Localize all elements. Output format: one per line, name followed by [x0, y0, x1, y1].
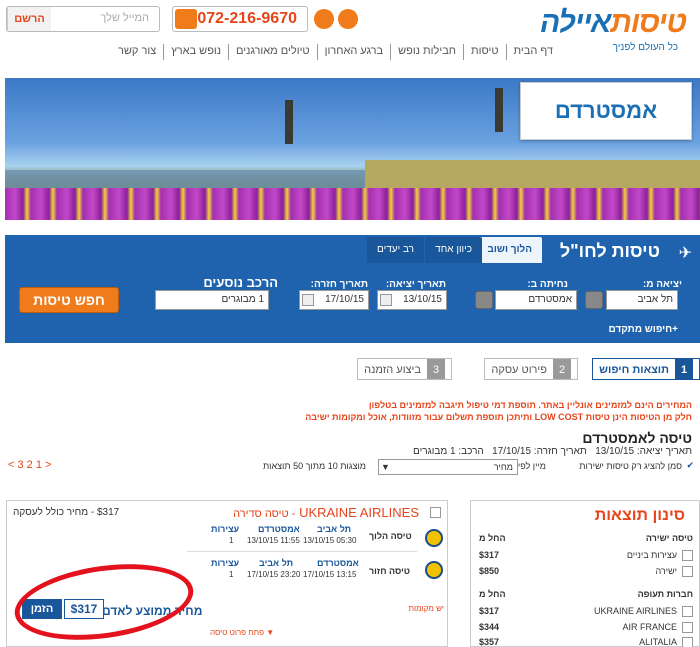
triangle-down-icon: ▼ [266, 628, 275, 637]
results-count: מוצגות 10 מתוך 50 תוצאות [262, 461, 366, 471]
airline-logo-icon [425, 529, 443, 547]
home-icon[interactable] [338, 9, 358, 29]
advanced-search-link[interactable]: +חיפוש מתקדם [608, 324, 678, 335]
register-button[interactable]: הרשם [7, 7, 51, 31]
brand-tagline: כל העולם לפניך [612, 42, 678, 53]
filter-checkbox[interactable] [682, 637, 693, 647]
tab-roundtrip[interactable]: הלוך ושוב [477, 237, 542, 263]
phone-box[interactable]: 072-216-9670 [172, 6, 308, 32]
to-input[interactable]: אמסטרדם [495, 290, 577, 310]
direct-only-filter[interactable]: סמן להציג רק טיסות ישירות [579, 461, 682, 471]
notice-online-price: המחירים הינם למזמינים אונליין באתר. תוספ… [368, 400, 692, 410]
filter-title: סינון תוצאות [594, 507, 685, 524]
total-price-note: $317 - מחיר כולל לעסקה [13, 507, 120, 518]
phone-icon [175, 9, 197, 29]
outbound-stops: 1 [229, 536, 234, 545]
brand-name: טיסותאיילה [539, 6, 687, 39]
filter-row-stops[interactable]: עצירות ביניים $317 [477, 549, 695, 563]
nav-packages[interactable]: חבילות נופש [390, 44, 463, 60]
outbound-from: תל אביב [317, 524, 352, 534]
tab-multi[interactable]: רב יעדים [367, 237, 424, 263]
pagination[interactable]: < 3 2 1 > [8, 459, 51, 471]
banner-tulips [5, 188, 700, 220]
inbound-to-time: 23:20 17/10/15 [247, 570, 301, 579]
windmill-icon [495, 88, 503, 132]
select-result-checkbox[interactable] [430, 507, 441, 518]
inbound-from-time: 13:15 17/10/15 [303, 570, 357, 579]
email-input[interactable]: המייל שלך [100, 12, 149, 24]
destination-title-box: אמסטרדם [520, 82, 692, 140]
calendar-icon[interactable] [380, 294, 392, 306]
filter-sidebar: סינון תוצאות טיסה ישירה החל מ עצירות בינ… [470, 500, 700, 647]
step-details[interactable]: 2פירוט עסקה [484, 358, 578, 380]
seats-available-label: יש מקומות [408, 604, 444, 613]
brand-logo[interactable]: טיסותאיילה כל העולם לפניך [540, 4, 692, 62]
check-icon[interactable]: ✔ [686, 460, 694, 471]
depart-label: תאריך יציאה: [385, 279, 446, 290]
destination-title: אמסטרדם [554, 98, 658, 123]
results-meta: תאריך יציאה: 13/10/15 תאריך חזרה: 17/10/… [413, 446, 692, 457]
inbound-label: טיסה חזור [369, 566, 410, 576]
nav-contact[interactable]: צור קשר [111, 44, 163, 60]
sort-select[interactable]: מחיר ▼ [378, 459, 518, 475]
calendar-icon[interactable] [302, 294, 314, 306]
filter-row-airline[interactable]: UKRAINE AIRLINES $317 [477, 605, 695, 619]
search-title: טיסות לחו"ל [559, 241, 660, 261]
outbound-to: אמסטרדם [258, 524, 300, 534]
outbound-from-time: 05:30 13/10/15 [303, 536, 357, 545]
filter-checkbox[interactable] [682, 606, 693, 617]
flight-search-widget: ✈ טיסות לחו"ל הלוך ושוב כיוון אחד רב יעד… [5, 235, 700, 343]
filter-checkbox[interactable] [682, 566, 693, 577]
inbound-to: תל אביב [259, 558, 294, 568]
stops-header: עצירות [211, 524, 240, 534]
step-results[interactable]: 1תוצאות חיפוש [592, 358, 700, 380]
inbound-stops: 1 [229, 570, 234, 579]
windmill-icon [285, 100, 293, 144]
nav-tours[interactable]: טיולים מאורגנים [228, 44, 317, 60]
stops-header: עצירות [211, 558, 240, 568]
filter-row-airline[interactable]: ALITALIA $357 [477, 636, 695, 647]
dropdown-arrow-icon: ▼ [381, 462, 390, 472]
inbound-from: אמסטרדם [317, 558, 359, 568]
plane-icon: ✈ [678, 245, 692, 262]
filter-checkbox[interactable] [682, 550, 693, 561]
step-order[interactable]: 3ביצוע הזמנה [357, 358, 452, 380]
row-divider [187, 551, 417, 552]
filter-row-direct[interactable]: ישירה $850 [477, 565, 695, 579]
airline-logo-icon [425, 561, 443, 579]
from-label: יציאה מ: [642, 279, 682, 290]
location-icon[interactable] [475, 291, 493, 309]
return-label: תאריך חזרה: [310, 279, 368, 290]
from-input[interactable]: תל אביב [606, 290, 678, 310]
airline-name: UKRAINE AIRLINES - טיסה סדירה [233, 505, 419, 520]
booking-steps: 1תוצאות חיפוש 2פירוט עסקה 3ביצוע הזמנה [330, 358, 700, 380]
filter-row-airline[interactable]: AIR FRANCE $344 [477, 621, 695, 635]
to-label: נחיתה ב: [527, 279, 568, 290]
results-title: טיסה לאמסטרדם [582, 430, 692, 446]
flight-details-link[interactable]: ▼ פתח פרוט טיסה [210, 628, 274, 637]
nav-last-minute[interactable]: ברגע האחרון [316, 44, 391, 60]
results-toolbar: ✔ סמן להציג רק טיסות ישירות מיין לפי: מח… [6, 458, 696, 476]
pax-input[interactable]: 1 מבוגרים [155, 290, 269, 310]
pax-label: הרכב נוסעים [203, 275, 278, 290]
sort-label: מיין לפי: [515, 461, 546, 471]
tab-oneway[interactable]: כיוון אחד [425, 237, 482, 263]
nav-domestic[interactable]: נופש בארץ [163, 44, 228, 60]
location-icon[interactable] [585, 291, 603, 309]
email-signup[interactable]: המייל שלך הרשם [6, 6, 160, 32]
phone-number: 072-216-9670 [197, 10, 297, 27]
nav-flights[interactable]: טיסות [463, 44, 506, 60]
filter-checkbox[interactable] [682, 622, 693, 633]
outbound-label: טיסה הלוך [369, 531, 412, 541]
outbound-to-time: 11:55 13/10/15 [247, 536, 300, 545]
notice-low-cost: חלק מן הטיסות הינן טיסות LOW COST ותיתכן… [305, 412, 692, 422]
main-nav: דף הבית טיסות חבילות נופש ברגע האחרון טי… [111, 44, 560, 60]
search-flights-button[interactable]: חפש טיסות [19, 287, 119, 313]
nav-home[interactable]: דף הבית [505, 44, 560, 60]
clock-icon[interactable] [314, 9, 334, 29]
